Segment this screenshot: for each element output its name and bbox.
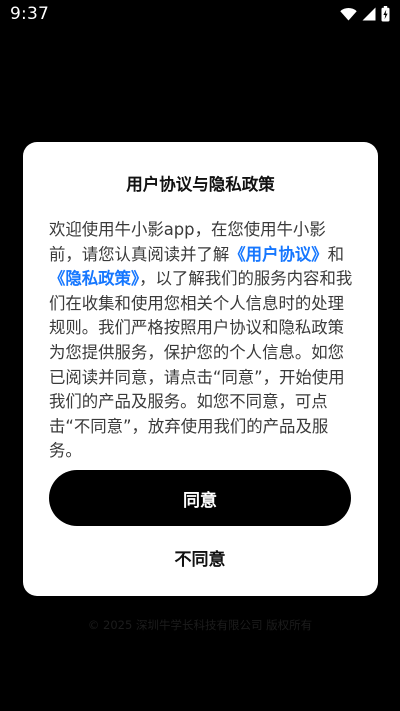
status-icons [340, 5, 390, 23]
dialog-title: 用户协议与隐私政策 [126, 175, 275, 194]
user-agreement-link[interactable]: 《用户协议》 [229, 245, 327, 264]
status-time: 9:37 [10, 4, 49, 24]
body-rest-text: ，以了解我们的服务内容和我们在收集和使用您相关个人信息时的处理规则。我们严格按照… [49, 269, 353, 461]
wifi-icon [340, 7, 357, 21]
cell-signal-icon [362, 7, 376, 21]
disagree-button[interactable]: 不同意 [49, 540, 351, 574]
battery-charging-icon [381, 6, 390, 22]
privacy-dialog: 用户协议与隐私政策 欢迎使用牛小影app，在您使用牛小影前，请您认真阅读并了解《… [23, 142, 378, 596]
dialog-body-text: 欢迎使用牛小影app，在您使用牛小影前，请您认真阅读并了解《用户协议》和《隐私政… [49, 218, 355, 464]
body-connector-text: 和 [327, 244, 345, 264]
status-bar: 9:37 [0, 0, 400, 28]
app-screen: 9:37 用户协议与隐私政策 欢迎使用牛小影app，在您使用牛小影前，请您认真阅… [0, 0, 400, 711]
agree-button[interactable]: 同意 [49, 470, 351, 526]
copyright-text: © 2025 深圳牛学长科技有限公司 版权所有 [87, 618, 313, 632]
privacy-policy-link[interactable]: 《隐私政策》 [49, 269, 139, 288]
